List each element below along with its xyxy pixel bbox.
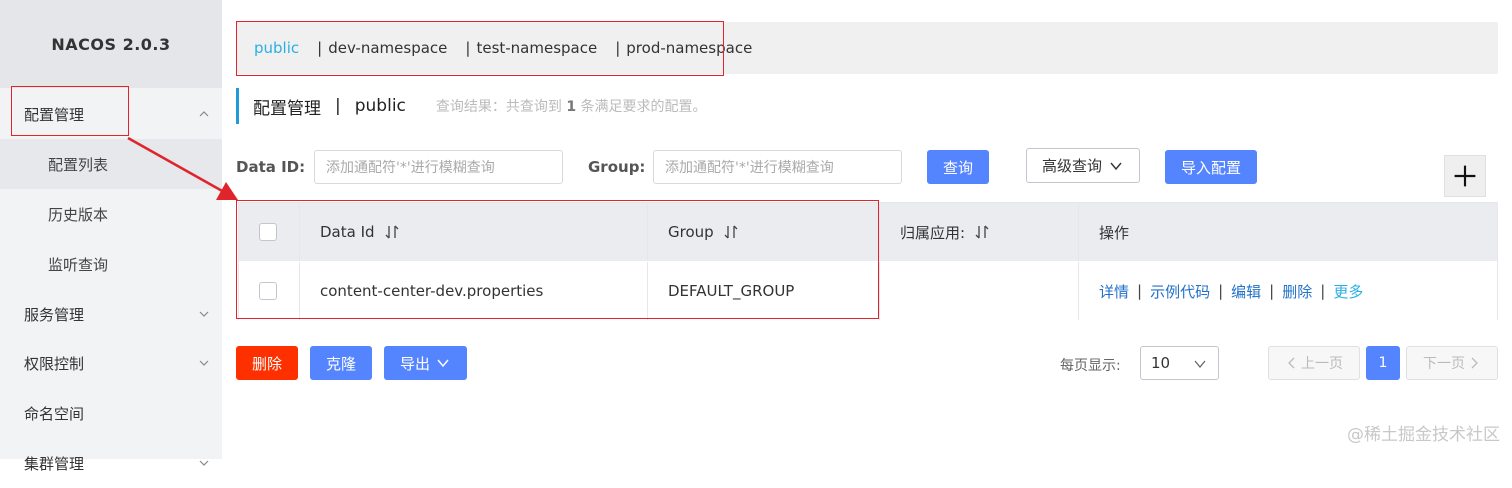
sidebar-group-permission[interactable]: 权限控制 [0, 338, 222, 388]
select-all-cell [239, 203, 300, 261]
table-header-row: Data Id Group 归属应用: 操作 [239, 203, 1497, 261]
add-config-button[interactable] [1444, 155, 1486, 197]
row-select-cell [239, 262, 300, 320]
chevron-down-icon [437, 359, 449, 368]
table-row: content-center-dev.properties DEFAULT_GR… [239, 262, 1497, 320]
header-data-id[interactable]: Data Id [300, 203, 648, 261]
chevron-left-icon [1288, 357, 1295, 369]
sidebar-item-namespace[interactable]: 命名空间 [0, 388, 222, 438]
query-button[interactable]: 查询 [927, 150, 989, 184]
detail-link[interactable]: 详情 [1099, 281, 1129, 302]
title-separator: | [335, 96, 341, 116]
config-table: Data Id Group 归属应用: 操作 content-center-de… [238, 202, 1498, 320]
page-title: 配置管理 [253, 98, 321, 119]
more-link[interactable]: 更多 [1333, 281, 1363, 302]
namespace-separator: | [465, 39, 471, 57]
advanced-query-button[interactable]: 高级查询 [1026, 148, 1140, 183]
annotation-arrow [127, 136, 238, 200]
bulk-delete-button[interactable]: 删除 [236, 346, 298, 380]
chevron-up-icon [199, 111, 209, 117]
app-logo: NACOS 2.0.3 [0, 0, 222, 88]
page-header: 配置管理 | public 查询结果：共查询到 1 条满足要求的配置。 [236, 88, 707, 124]
advanced-query-label: 高级查询 [1041, 157, 1102, 175]
namespace-tab-dev[interactable]: dev-namespace [328, 39, 447, 57]
sidebar-group-label: 配置管理 [24, 105, 85, 124]
chevron-down-icon [199, 311, 209, 317]
group-label: Group: [588, 158, 646, 176]
page-number-current[interactable]: 1 [1366, 346, 1400, 380]
namespace-separator: | [317, 39, 323, 57]
sidebar-group-cluster[interactable]: 集群管理 [0, 438, 222, 488]
prev-page-label: 上一页 [1301, 356, 1343, 372]
cell-data-id: content-center-dev.properties [300, 262, 648, 320]
sidebar-item-listener-query[interactable]: 监听查询 [0, 239, 222, 289]
sidebar-item-label: 配置列表 [48, 155, 109, 174]
row-checkbox[interactable] [259, 282, 277, 300]
watermark-text: @稀土掘金技术社区 [1347, 425, 1500, 445]
cell-actions: 详情 | 示例代码 | 编辑 | 删除 | 更多 [1099, 281, 1364, 302]
per-page-select[interactable]: 10 [1140, 346, 1219, 380]
cell-group: DEFAULT_GROUP [648, 262, 880, 320]
chevron-down-icon [1110, 162, 1122, 170]
namespace-separator: | [615, 39, 621, 57]
select-all-checkbox[interactable] [259, 223, 277, 241]
chevron-down-icon [1194, 360, 1206, 369]
sidebar-item-label: 历史版本 [48, 205, 109, 224]
namespace-bar: public | dev-namespace | test-namespace … [236, 22, 1498, 74]
sample-code-link[interactable]: 示例代码 [1150, 281, 1210, 302]
export-button[interactable]: 导出 [384, 346, 467, 380]
data-id-input[interactable]: 添加通配符'*'进行模糊查询 [314, 150, 563, 184]
header-group-label: Group [668, 223, 714, 241]
sidebar-group-label: 集群管理 [24, 454, 85, 473]
header-app[interactable]: 归属应用: [880, 203, 1079, 261]
sidebar-group-label: 服务管理 [24, 305, 85, 324]
header-actions: 操作 [1079, 203, 1497, 261]
cell-app [880, 262, 1079, 320]
next-page-label: 下一页 [1423, 356, 1465, 372]
next-page-button[interactable]: 下一页 [1406, 346, 1498, 380]
delete-link[interactable]: 删除 [1282, 281, 1312, 302]
sort-icon[interactable] [975, 224, 989, 240]
header-group[interactable]: Group [648, 203, 880, 261]
edit-link[interactable]: 编辑 [1231, 281, 1261, 302]
group-placeholder: 添加通配符'*'进行模糊查询 [665, 160, 834, 176]
prev-page-button[interactable]: 上一页 [1268, 346, 1360, 380]
sort-icon[interactable] [385, 224, 399, 240]
export-label: 导出 [399, 354, 430, 373]
per-page-label: 每页显示: [1060, 358, 1121, 374]
page-namespace: public [354, 96, 406, 116]
namespace-tab-prod[interactable]: prod-namespace [626, 39, 752, 57]
namespace-tab-public[interactable]: public [254, 39, 299, 57]
header-data-id-label: Data Id [320, 223, 375, 241]
import-config-button[interactable]: 导入配置 [1165, 150, 1257, 184]
clone-button[interactable]: 克隆 [310, 346, 372, 380]
header-app-label: 归属应用: [900, 223, 966, 242]
chevron-down-icon [199, 360, 209, 366]
per-page-value: 10 [1151, 354, 1171, 372]
sidebar-group-label: 权限控制 [24, 354, 85, 373]
data-id-placeholder: 添加通配符'*'进行模糊查询 [326, 160, 495, 176]
chevron-down-icon [199, 460, 209, 466]
sidebar-group-label: 命名空间 [24, 404, 85, 423]
chevron-right-icon [1471, 357, 1478, 369]
sort-icon[interactable] [724, 224, 738, 240]
group-input[interactable]: 添加通配符'*'进行模糊查询 [653, 150, 902, 184]
header-actions-label: 操作 [1099, 223, 1130, 242]
plus-icon [1454, 165, 1476, 187]
namespace-tab-test[interactable]: test-namespace [476, 39, 597, 57]
query-result-info: 查询结果：共查询到 1 条满足要求的配置。 [435, 99, 707, 115]
sidebar-group-service-management[interactable]: 服务管理 [0, 289, 222, 339]
sidebar-item-label: 监听查询 [48, 255, 109, 274]
